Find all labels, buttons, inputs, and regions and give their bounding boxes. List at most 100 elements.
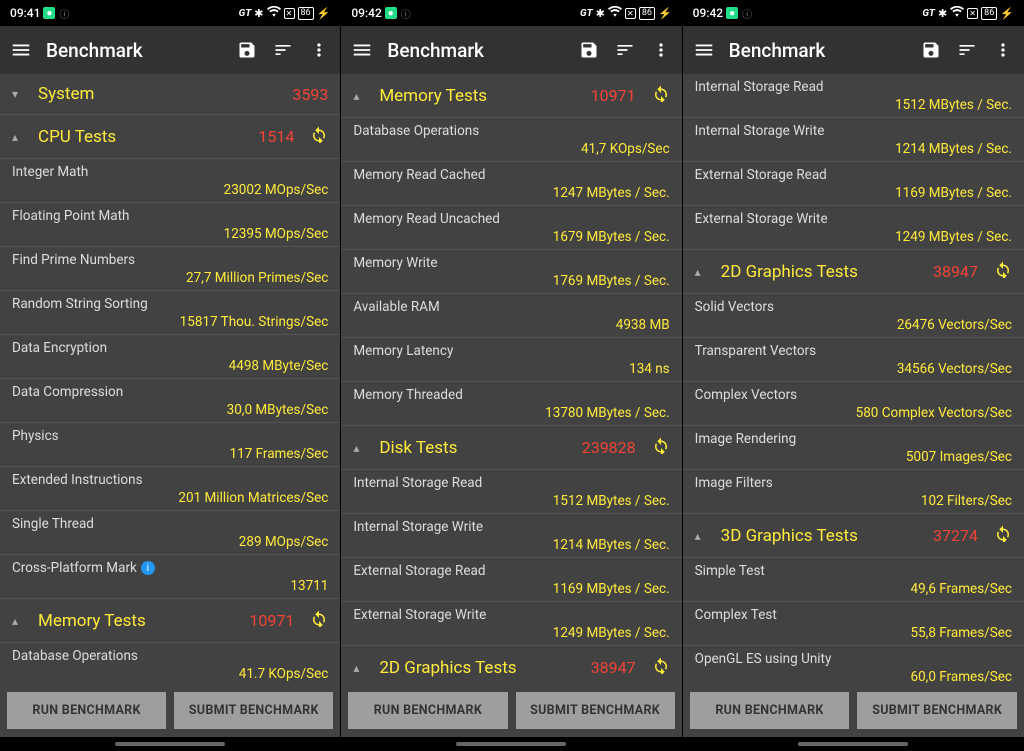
section-header[interactable]: ▴2D Graphics Tests38947: [683, 250, 1024, 294]
result-row: Complex Vectors580 Complex Vectors/Sec: [683, 382, 1024, 426]
submit-benchmark-button[interactable]: SUBMIT BENCHMARK: [516, 692, 675, 729]
section-header[interactable]: ▾System3593: [0, 74, 340, 115]
result-label: Image Filters: [695, 475, 1012, 491]
reload-icon[interactable]: [652, 656, 670, 679]
result-value: 1214 MBytes / Sec.: [353, 537, 669, 553]
run-benchmark-button[interactable]: RUN BENCHMARK: [690, 692, 850, 729]
charging-icon: ⚡: [1000, 7, 1014, 20]
nav-bar[interactable]: [683, 737, 1024, 751]
home-pill-icon[interactable]: [456, 742, 566, 746]
status-time: 09:41: [10, 6, 40, 20]
result-label: Image Rendering: [695, 431, 1012, 447]
reload-icon[interactable]: [994, 524, 1012, 547]
section-header[interactable]: ▴Memory Tests10971: [341, 74, 681, 118]
status-time: 09:42: [693, 6, 723, 20]
benchmark-content[interactable]: ▴Memory Tests10971Database Operations41,…: [341, 74, 681, 683]
result-row: External Storage Write1249 MBytes / Sec.: [341, 602, 681, 646]
save-icon[interactable]: [578, 39, 600, 61]
reload-icon[interactable]: [994, 260, 1012, 283]
home-pill-icon[interactable]: [798, 742, 908, 746]
result-label: Database Operations: [353, 123, 669, 139]
info-icon[interactable]: i: [141, 561, 155, 575]
section-name: CPU Tests: [38, 127, 248, 147]
more-icon[interactable]: [308, 39, 330, 61]
reload-icon[interactable]: [652, 84, 670, 107]
result-value: 1169 MBytes / Sec.: [695, 185, 1012, 201]
result-value: 201 Million Matrices/Sec: [12, 490, 328, 506]
result-row: Floating Point Math12395 MOps/Sec: [0, 203, 340, 247]
reload-icon[interactable]: [652, 436, 670, 459]
bottom-button-bar: RUN BENCHMARKSUBMIT BENCHMARK: [0, 683, 340, 737]
reload-icon[interactable]: [310, 125, 328, 148]
menu-icon[interactable]: [351, 39, 373, 61]
nav-bar[interactable]: [341, 737, 681, 751]
app-bar: Benchmark: [0, 26, 340, 74]
result-row: Random String Sorting15817 Thou. Strings…: [0, 291, 340, 335]
result-label: Available RAM: [353, 299, 669, 315]
sort-icon[interactable]: [272, 39, 294, 61]
save-icon[interactable]: [236, 39, 258, 61]
result-value: 27,7 Million Primes/Sec: [12, 270, 328, 286]
section-name: Memory Tests: [38, 611, 239, 631]
section-header[interactable]: ▴CPU Tests1514: [0, 115, 340, 159]
result-label: OpenGL ES using Unity: [695, 651, 1012, 667]
benchmark-content[interactable]: ▾System3593▴CPU Tests1514Integer Math230…: [0, 74, 340, 683]
section-header[interactable]: ▴3D Graphics Tests37274: [683, 514, 1024, 558]
sort-icon[interactable]: [614, 39, 636, 61]
gt-icon: GT: [922, 8, 935, 19]
result-row: Internal Storage Read1512 MBytes / Sec.: [683, 74, 1024, 118]
result-row: Internal Storage Read1512 MBytes / Sec.: [341, 470, 681, 514]
bluetooth-icon: ✱: [938, 7, 947, 20]
home-pill-icon[interactable]: [115, 742, 225, 746]
run-benchmark-button[interactable]: RUN BENCHMARK: [7, 692, 166, 729]
more-icon[interactable]: [650, 39, 672, 61]
reload-icon[interactable]: [310, 609, 328, 632]
submit-benchmark-button[interactable]: SUBMIT BENCHMARK: [857, 692, 1017, 729]
chevron-up-icon: ▴: [353, 441, 369, 455]
result-row: Memory Read Cached1247 MBytes / Sec.: [341, 162, 681, 206]
result-label: Floating Point Math: [12, 208, 328, 224]
sort-icon[interactable]: [956, 39, 978, 61]
result-value: 1169 MBytes / Sec.: [353, 581, 669, 597]
app-title: Benchmark: [387, 39, 563, 62]
result-row: External Storage Read 1169 MBytes / Sec.: [683, 162, 1024, 206]
result-label: Complex Test: [695, 607, 1012, 623]
result-row: Database Operations41.7 KOps/Sec: [0, 643, 340, 683]
dnd-icon: ✕: [284, 8, 295, 19]
result-row: Memory Write1769 MBytes / Sec.: [341, 250, 681, 294]
info-icon: ⓘ: [58, 7, 70, 19]
benchmark-content[interactable]: Internal Storage Read1512 MBytes / Sec.I…: [683, 74, 1024, 683]
result-row: Memory Threaded13780 MBytes / Sec.: [341, 382, 681, 426]
result-label: External Storage Read: [695, 167, 1012, 183]
submit-benchmark-button[interactable]: SUBMIT BENCHMARK: [174, 692, 333, 729]
menu-icon[interactable]: [10, 39, 32, 61]
result-value: 289 MOps/Sec: [12, 534, 328, 550]
section-header[interactable]: ▴Memory Tests10971: [0, 599, 340, 643]
result-row: Available RAM 4938 MB: [341, 294, 681, 338]
nav-bar[interactable]: [0, 737, 340, 751]
result-value: 580 Complex Vectors/Sec: [695, 405, 1012, 421]
run-benchmark-button[interactable]: RUN BENCHMARK: [348, 692, 507, 729]
result-value: 13711: [12, 578, 328, 594]
result-row: Data Encryption4498 MByte/Sec: [0, 335, 340, 379]
result-value: 26476 Vectors/Sec: [695, 317, 1012, 333]
section-score: 10971: [249, 611, 294, 630]
menu-icon[interactable]: [693, 39, 715, 61]
section-header[interactable]: ▴Disk Tests239828: [341, 426, 681, 470]
section-name: Memory Tests: [379, 86, 580, 106]
result-value: 4938 MB: [353, 317, 669, 333]
save-icon[interactable]: [920, 39, 942, 61]
result-row: OpenGL ES using Unity60,0 Frames/Sec: [683, 646, 1024, 683]
section-header[interactable]: ▴2D Graphics Tests38947: [341, 646, 681, 683]
result-label: Internal Storage Write: [695, 123, 1012, 139]
result-label: Integer Math: [12, 164, 328, 180]
result-value: 5007 Images/Sec: [695, 449, 1012, 465]
more-icon[interactable]: [992, 39, 1014, 61]
result-label: Memory Write: [353, 255, 669, 271]
result-value: 41.7 KOps/Sec: [12, 666, 328, 682]
result-row: Transparent Vectors34566 Vectors/Sec: [683, 338, 1024, 382]
result-row: Memory Read Uncached1679 MBytes / Sec.: [341, 206, 681, 250]
result-label: Internal Storage Read: [695, 79, 1012, 95]
bottom-button-bar: RUN BENCHMARKSUBMIT BENCHMARK: [683, 683, 1024, 737]
result-label: Simple Test: [695, 563, 1012, 579]
